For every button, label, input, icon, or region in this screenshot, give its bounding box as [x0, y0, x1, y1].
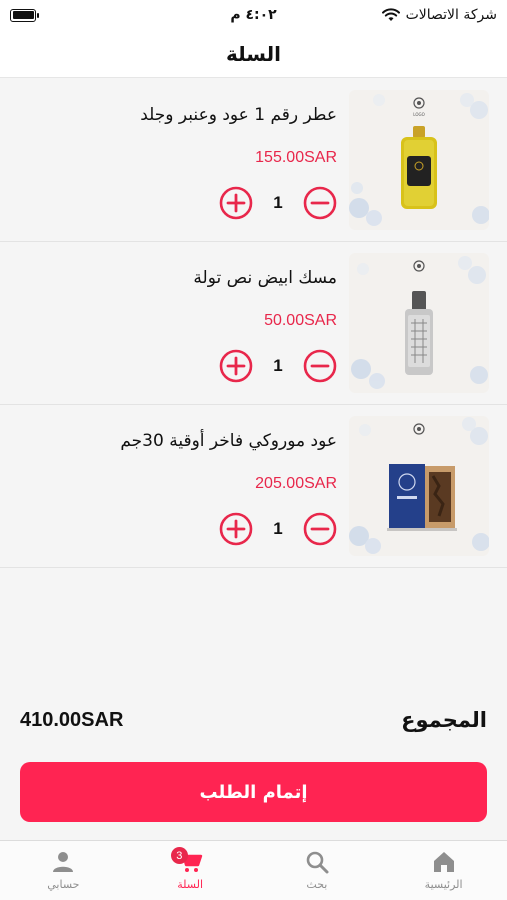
- musk-vial-image[interactable]: [349, 253, 489, 393]
- tab-label: حسابي: [47, 878, 80, 891]
- search-icon: [306, 851, 329, 874]
- quantity-value: 1: [273, 193, 283, 212]
- home-icon: [433, 852, 454, 872]
- total-row: 410.00SAR المجموع: [20, 703, 487, 737]
- cart-list: LOGO عطر رقم 1 عود وعنبر وجلد 155.00SAR …: [0, 79, 507, 568]
- item-title: مسك ابيض نص تولة: [193, 268, 337, 288]
- checkout-label: إتمام الطلب: [199, 781, 308, 803]
- status-left: [10, 8, 39, 22]
- tab-label: بحث: [306, 878, 328, 891]
- total-label: المجموع: [401, 708, 487, 732]
- perfume-bottle-image[interactable]: LOGO: [349, 90, 489, 230]
- plus-button[interactable]: [219, 349, 253, 383]
- page-header: السلة: [0, 30, 507, 78]
- tab-cart[interactable]: 3 السلة: [127, 841, 254, 900]
- minus-button[interactable]: [303, 512, 337, 546]
- item-title: عطر رقم 1 عود وعنبر وجلد: [140, 105, 337, 125]
- cart-item: مسك ابيض نص تولة 50.00SAR 1: [0, 242, 507, 405]
- quantity-stepper: 1: [219, 186, 337, 220]
- tab-label: الرئيسية: [424, 878, 463, 891]
- cart-item: LOGO عطر رقم 1 عود وعنبر وجلد 155.00SAR …: [0, 79, 507, 242]
- battery-icon: [10, 8, 39, 22]
- cart-badge: 3: [170, 847, 188, 864]
- checkout-button[interactable]: إتمام الطلب: [20, 762, 487, 822]
- tab-account[interactable]: حسابي: [0, 841, 127, 900]
- quantity-value: 1: [273, 519, 283, 538]
- page-title: السلة: [225, 41, 281, 66]
- status-bar: ٤:٠٢ م شركة الاتصالات: [0, 0, 507, 30]
- tab-search[interactable]: بحث: [254, 841, 381, 900]
- status-time: ٤:٠٢ م: [230, 7, 277, 23]
- plus-button[interactable]: [219, 186, 253, 220]
- item-price: 50.00SAR: [264, 312, 337, 329]
- carrier-name: شركة الاتصالات: [405, 7, 497, 23]
- tab-bar: الرئيسية بحث 3 السلة حسابي: [0, 840, 507, 900]
- item-price: 205.00SAR: [255, 475, 337, 492]
- total-amount: 410.00SAR: [20, 708, 124, 731]
- status-right: شركة الاتصالات: [381, 7, 497, 23]
- minus-button[interactable]: [303, 349, 337, 383]
- svg-text:LOGO: LOGO: [413, 112, 424, 117]
- tab-home[interactable]: الرئيسية: [380, 841, 507, 900]
- item-title: عود موروكي فاخر أوقية 30جم: [120, 431, 337, 451]
- plus-button[interactable]: [219, 512, 253, 546]
- person-icon: [53, 852, 74, 872]
- oud-box-image[interactable]: [349, 416, 489, 556]
- minus-button[interactable]: [303, 186, 337, 220]
- wifi-icon: [381, 8, 400, 21]
- quantity-stepper: 1: [219, 349, 337, 383]
- quantity-value: 1: [273, 356, 283, 375]
- quantity-stepper: 1: [219, 512, 337, 546]
- cart-item: عود موروكي فاخر أوقية 30جم 205.00SAR 1: [0, 405, 507, 568]
- item-price: 155.00SAR: [255, 149, 337, 166]
- tab-label: السلة: [177, 878, 203, 891]
